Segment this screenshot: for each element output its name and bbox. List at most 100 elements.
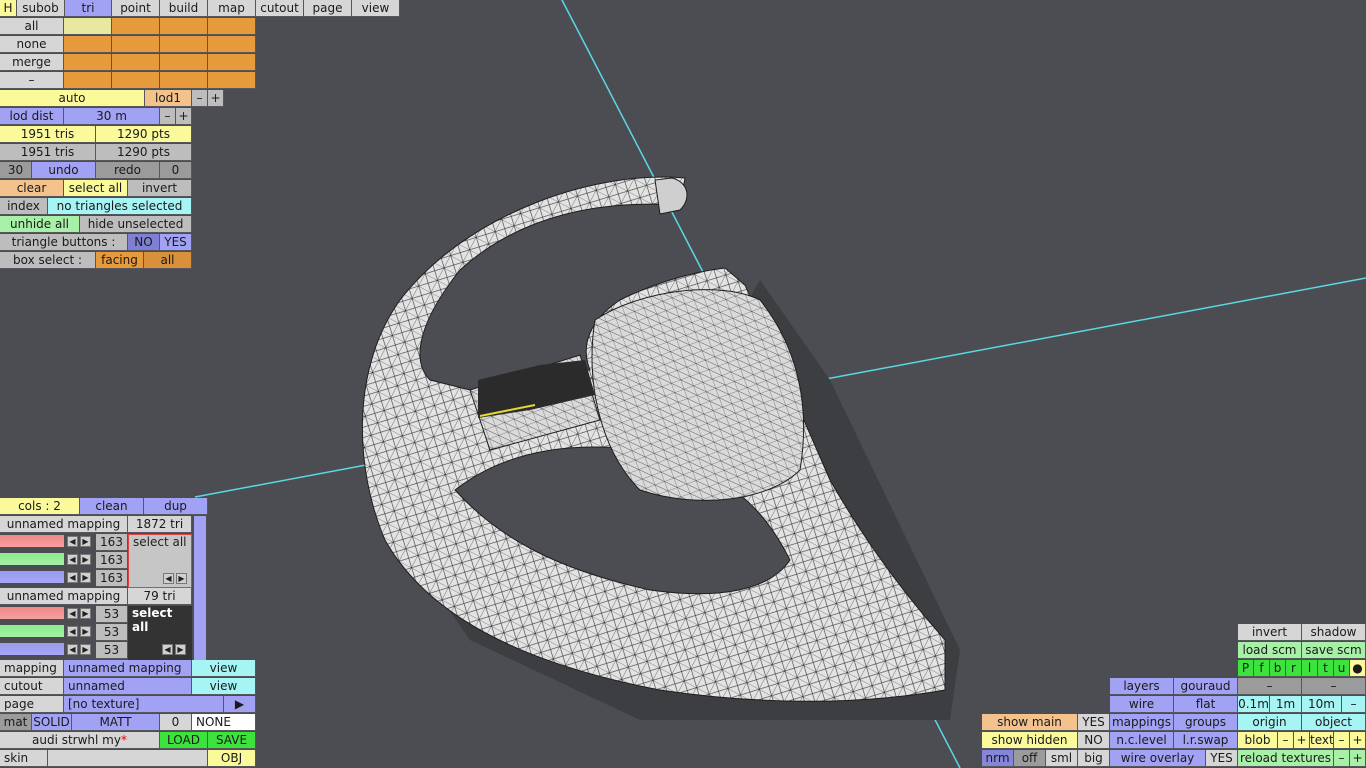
lod-dist-value[interactable]: 30 m xyxy=(64,108,160,125)
right-arrow-icon[interactable]: ▶ xyxy=(175,644,186,655)
nc-level-button[interactable]: n.c.level xyxy=(1110,732,1174,749)
auto-button[interactable]: auto xyxy=(0,90,145,107)
select-none-button[interactable]: none xyxy=(0,36,64,53)
grid-minus-button[interactable]: – xyxy=(1342,696,1366,713)
select-all-tris-button[interactable]: select all xyxy=(64,180,128,197)
page-select[interactable]: [no texture] xyxy=(64,696,224,713)
left-arrow-icon[interactable]: ◀ xyxy=(67,554,78,565)
red-slider[interactable] xyxy=(0,607,64,619)
group-swatch[interactable] xyxy=(160,54,208,71)
group-swatch[interactable] xyxy=(208,36,256,53)
group-swatch[interactable] xyxy=(112,36,160,53)
sml-button[interactable]: sml xyxy=(1046,750,1078,767)
save-button[interactable]: SAVE xyxy=(208,732,256,749)
clear-button[interactable]: clear xyxy=(0,180,64,197)
right-arrow-icon[interactable]: ▶ xyxy=(176,573,187,584)
group-swatch[interactable] xyxy=(112,18,160,35)
right-arrow-icon[interactable]: ▶ xyxy=(80,626,91,637)
triangle-buttons-no[interactable]: NO xyxy=(128,234,160,251)
right-arrow-icon[interactable]: ▶ xyxy=(80,644,91,655)
load-scm-button[interactable]: load scm xyxy=(1238,642,1302,659)
left-arrow-icon[interactable]: ◀ xyxy=(67,608,78,619)
clean-button[interactable]: clean xyxy=(80,498,144,515)
right-arrow-icon[interactable]: ▶ xyxy=(80,572,91,583)
lod1-button[interactable]: lod1 xyxy=(145,90,192,107)
flag-l[interactable]: l xyxy=(1302,660,1318,677)
h-button[interactable]: H xyxy=(0,0,17,17)
group-swatch[interactable] xyxy=(64,72,112,89)
mapping-name[interactable]: unnamed mapping xyxy=(0,588,128,605)
menu-point[interactable]: point xyxy=(112,0,160,17)
shadow-button[interactable]: shadow xyxy=(1302,624,1366,641)
wire-overlay-toggle[interactable]: YES xyxy=(1206,750,1238,767)
left-arrow-icon[interactable]: ◀ xyxy=(67,626,78,637)
lod-dist-minus-button[interactable]: – xyxy=(160,108,176,125)
page-next-icon[interactable]: ▶ xyxy=(224,696,256,713)
layers-button[interactable]: layers xyxy=(1110,678,1174,695)
index-button[interactable]: index xyxy=(0,198,48,215)
group-swatch[interactable] xyxy=(208,54,256,71)
left-arrow-icon[interactable]: ◀ xyxy=(67,536,78,547)
mapping-select-all[interactable]: select all xyxy=(132,606,192,634)
menu-page[interactable]: page xyxy=(304,0,352,17)
minus-button[interactable]: – xyxy=(1302,678,1366,695)
groups-button[interactable]: groups xyxy=(1174,714,1238,731)
menu-tri[interactable]: tri xyxy=(65,0,112,17)
flag-b[interactable]: b xyxy=(1270,660,1286,677)
red-slider[interactable] xyxy=(0,535,64,547)
flag-t[interactable]: t xyxy=(1318,660,1334,677)
save-scm-button[interactable]: save scm xyxy=(1302,642,1366,659)
blob-plus-button[interactable]: + xyxy=(1294,732,1310,749)
obj-button[interactable]: OBJ xyxy=(208,750,256,767)
invert-view-button[interactable]: invert xyxy=(1238,624,1302,641)
show-main-toggle[interactable]: YES xyxy=(1078,714,1110,731)
left-arrow-icon[interactable]: ◀ xyxy=(67,572,78,583)
reload-textures-button[interactable]: reload textures xyxy=(1238,750,1334,767)
lr-swap-button[interactable]: l.r.swap xyxy=(1174,732,1238,749)
reload-minus-button[interactable]: – xyxy=(1334,750,1350,767)
flat-button[interactable]: flat xyxy=(1174,696,1238,713)
grid-1m-button[interactable]: 1m xyxy=(1270,696,1302,713)
wire-button[interactable]: wire xyxy=(1110,696,1174,713)
redo-button[interactable]: redo xyxy=(96,162,160,179)
solid-button[interactable]: SOLID xyxy=(32,714,72,731)
green-slider[interactable] xyxy=(0,625,64,637)
blue-slider[interactable] xyxy=(0,643,64,655)
minus-button[interactable]: – xyxy=(0,72,64,89)
group-swatch[interactable] xyxy=(64,36,112,53)
off-button[interactable]: off xyxy=(1014,750,1046,767)
reload-plus-button[interactable]: + xyxy=(1350,750,1366,767)
group-swatch[interactable] xyxy=(64,18,112,35)
box-select-facing[interactable]: facing xyxy=(96,252,144,269)
merge-button[interactable]: merge xyxy=(0,54,64,71)
left-arrow-icon[interactable]: ◀ xyxy=(67,644,78,655)
menu-view[interactable]: view xyxy=(352,0,400,17)
flag-r[interactable]: r xyxy=(1286,660,1302,677)
mat-none[interactable]: NONE xyxy=(192,714,256,731)
cols-button[interactable]: cols : 2 xyxy=(0,498,80,515)
group-swatch[interactable] xyxy=(208,18,256,35)
text-minus-button[interactable]: – xyxy=(1334,732,1350,749)
right-arrow-icon[interactable]: ▶ xyxy=(80,554,91,565)
group-swatch[interactable] xyxy=(112,54,160,71)
mapping-view-button[interactable]: view xyxy=(192,660,256,677)
menu-build[interactable]: build xyxy=(160,0,208,17)
select-all-button[interactable]: all xyxy=(0,18,64,35)
origin-button[interactable]: origin xyxy=(1238,714,1302,731)
lod-dist-plus-button[interactable]: + xyxy=(176,108,192,125)
hide-unselected-button[interactable]: hide unselected xyxy=(80,216,192,233)
mapping-preview[interactable]: select all ◀ ▶ xyxy=(128,606,192,660)
mapping-preview[interactable]: select all ◀ ▶ xyxy=(128,534,192,588)
flag-p[interactable]: P xyxy=(1238,660,1254,677)
green-slider[interactable] xyxy=(0,553,64,565)
minus-button[interactable]: – xyxy=(1238,678,1302,695)
menu-subob[interactable]: subob xyxy=(17,0,65,17)
mat-value[interactable]: 0 xyxy=(160,714,192,731)
left-arrow-icon[interactable]: ◀ xyxy=(162,644,173,655)
right-arrow-icon[interactable]: ▶ xyxy=(80,608,91,619)
mapping-select-all[interactable]: select all xyxy=(133,535,187,549)
left-arrow-icon[interactable]: ◀ xyxy=(163,573,174,584)
matt-button[interactable]: MATT xyxy=(72,714,160,731)
right-arrow-icon[interactable]: ▶ xyxy=(80,536,91,547)
undo-button[interactable]: undo xyxy=(32,162,96,179)
